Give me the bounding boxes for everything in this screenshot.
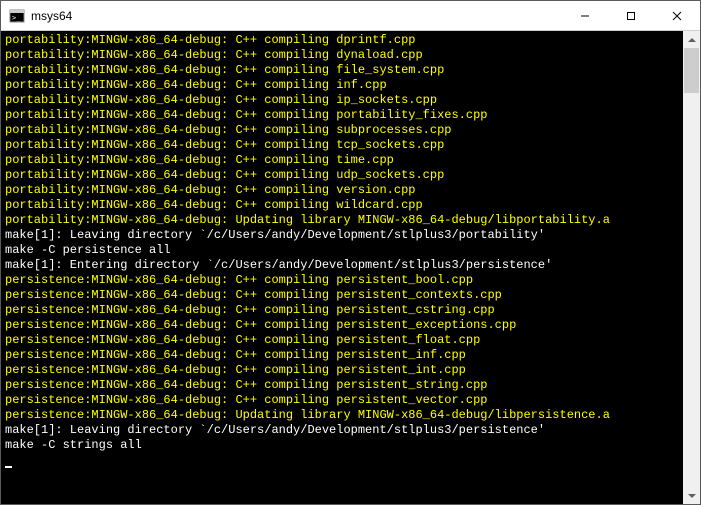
- terminal-line: make[1]: Entering directory `/c/Users/an…: [5, 258, 679, 273]
- terminal-line: portability:MINGW-x86_64-debug: C++ comp…: [5, 183, 679, 198]
- terminal-line: make[1]: Leaving directory `/c/Users/and…: [5, 423, 679, 438]
- maximize-button[interactable]: [608, 1, 654, 30]
- terminal-line: make[1]: Leaving directory `/c/Users/and…: [5, 228, 679, 243]
- terminal-line: portability:MINGW-x86_64-debug: C++ comp…: [5, 198, 679, 213]
- terminal-line: portability:MINGW-x86_64-debug: C++ comp…: [5, 63, 679, 78]
- terminal-cursor-line: [5, 453, 679, 468]
- scrollbar-down-button[interactable]: [683, 487, 700, 504]
- minimize-button[interactable]: [562, 1, 608, 30]
- terminal-line: make -C strings all: [5, 438, 679, 453]
- client-area: portability:MINGW-x86_64-debug: C++ comp…: [1, 31, 700, 504]
- terminal-line: portability:MINGW-x86_64-debug: C++ comp…: [5, 78, 679, 93]
- terminal-line: portability:MINGW-x86_64-debug: C++ comp…: [5, 138, 679, 153]
- app-icon: >_: [9, 8, 25, 24]
- terminal-line: persistence:MINGW-x86_64-debug: C++ comp…: [5, 348, 679, 363]
- terminal-line: portability:MINGW-x86_64-debug: C++ comp…: [5, 33, 679, 48]
- terminal-line: persistence:MINGW-x86_64-debug: Updating…: [5, 408, 679, 423]
- svg-text:>_: >_: [12, 14, 21, 22]
- terminal-line: persistence:MINGW-x86_64-debug: C++ comp…: [5, 288, 679, 303]
- terminal-line: portability:MINGW-x86_64-debug: C++ comp…: [5, 123, 679, 138]
- terminal-line: portability:MINGW-x86_64-debug: Updating…: [5, 213, 679, 228]
- chevron-down-icon: [688, 494, 696, 498]
- app-window: >_ msys64 portability:MINGW-x86_64-debug…: [0, 0, 701, 505]
- cursor-icon: [5, 466, 12, 468]
- terminal-line: portability:MINGW-x86_64-debug: C++ comp…: [5, 168, 679, 183]
- window-title: msys64: [31, 9, 562, 23]
- terminal-line: persistence:MINGW-x86_64-debug: C++ comp…: [5, 378, 679, 393]
- scrollbar-thumb[interactable]: [684, 48, 699, 93]
- terminal-line: portability:MINGW-x86_64-debug: C++ comp…: [5, 93, 679, 108]
- terminal-line: persistence:MINGW-x86_64-debug: C++ comp…: [5, 363, 679, 378]
- scrollbar-track[interactable]: [683, 48, 700, 487]
- terminal-line: make -C persistence all: [5, 243, 679, 258]
- scrollbar-up-button[interactable]: [683, 31, 700, 48]
- terminal-line: portability:MINGW-x86_64-debug: C++ comp…: [5, 153, 679, 168]
- terminal-line: persistence:MINGW-x86_64-debug: C++ comp…: [5, 333, 679, 348]
- titlebar[interactable]: >_ msys64: [1, 1, 700, 31]
- vertical-scrollbar[interactable]: [683, 31, 700, 504]
- window-controls: [562, 1, 700, 30]
- terminal-output[interactable]: portability:MINGW-x86_64-debug: C++ comp…: [1, 31, 683, 504]
- close-button[interactable]: [654, 1, 700, 30]
- terminal-line: persistence:MINGW-x86_64-debug: C++ comp…: [5, 393, 679, 408]
- terminal-line: persistence:MINGW-x86_64-debug: C++ comp…: [5, 318, 679, 333]
- terminal-line: persistence:MINGW-x86_64-debug: C++ comp…: [5, 273, 679, 288]
- chevron-up-icon: [688, 38, 696, 42]
- terminal-line: portability:MINGW-x86_64-debug: C++ comp…: [5, 108, 679, 123]
- terminal-line: persistence:MINGW-x86_64-debug: C++ comp…: [5, 303, 679, 318]
- terminal-line: portability:MINGW-x86_64-debug: C++ comp…: [5, 48, 679, 63]
